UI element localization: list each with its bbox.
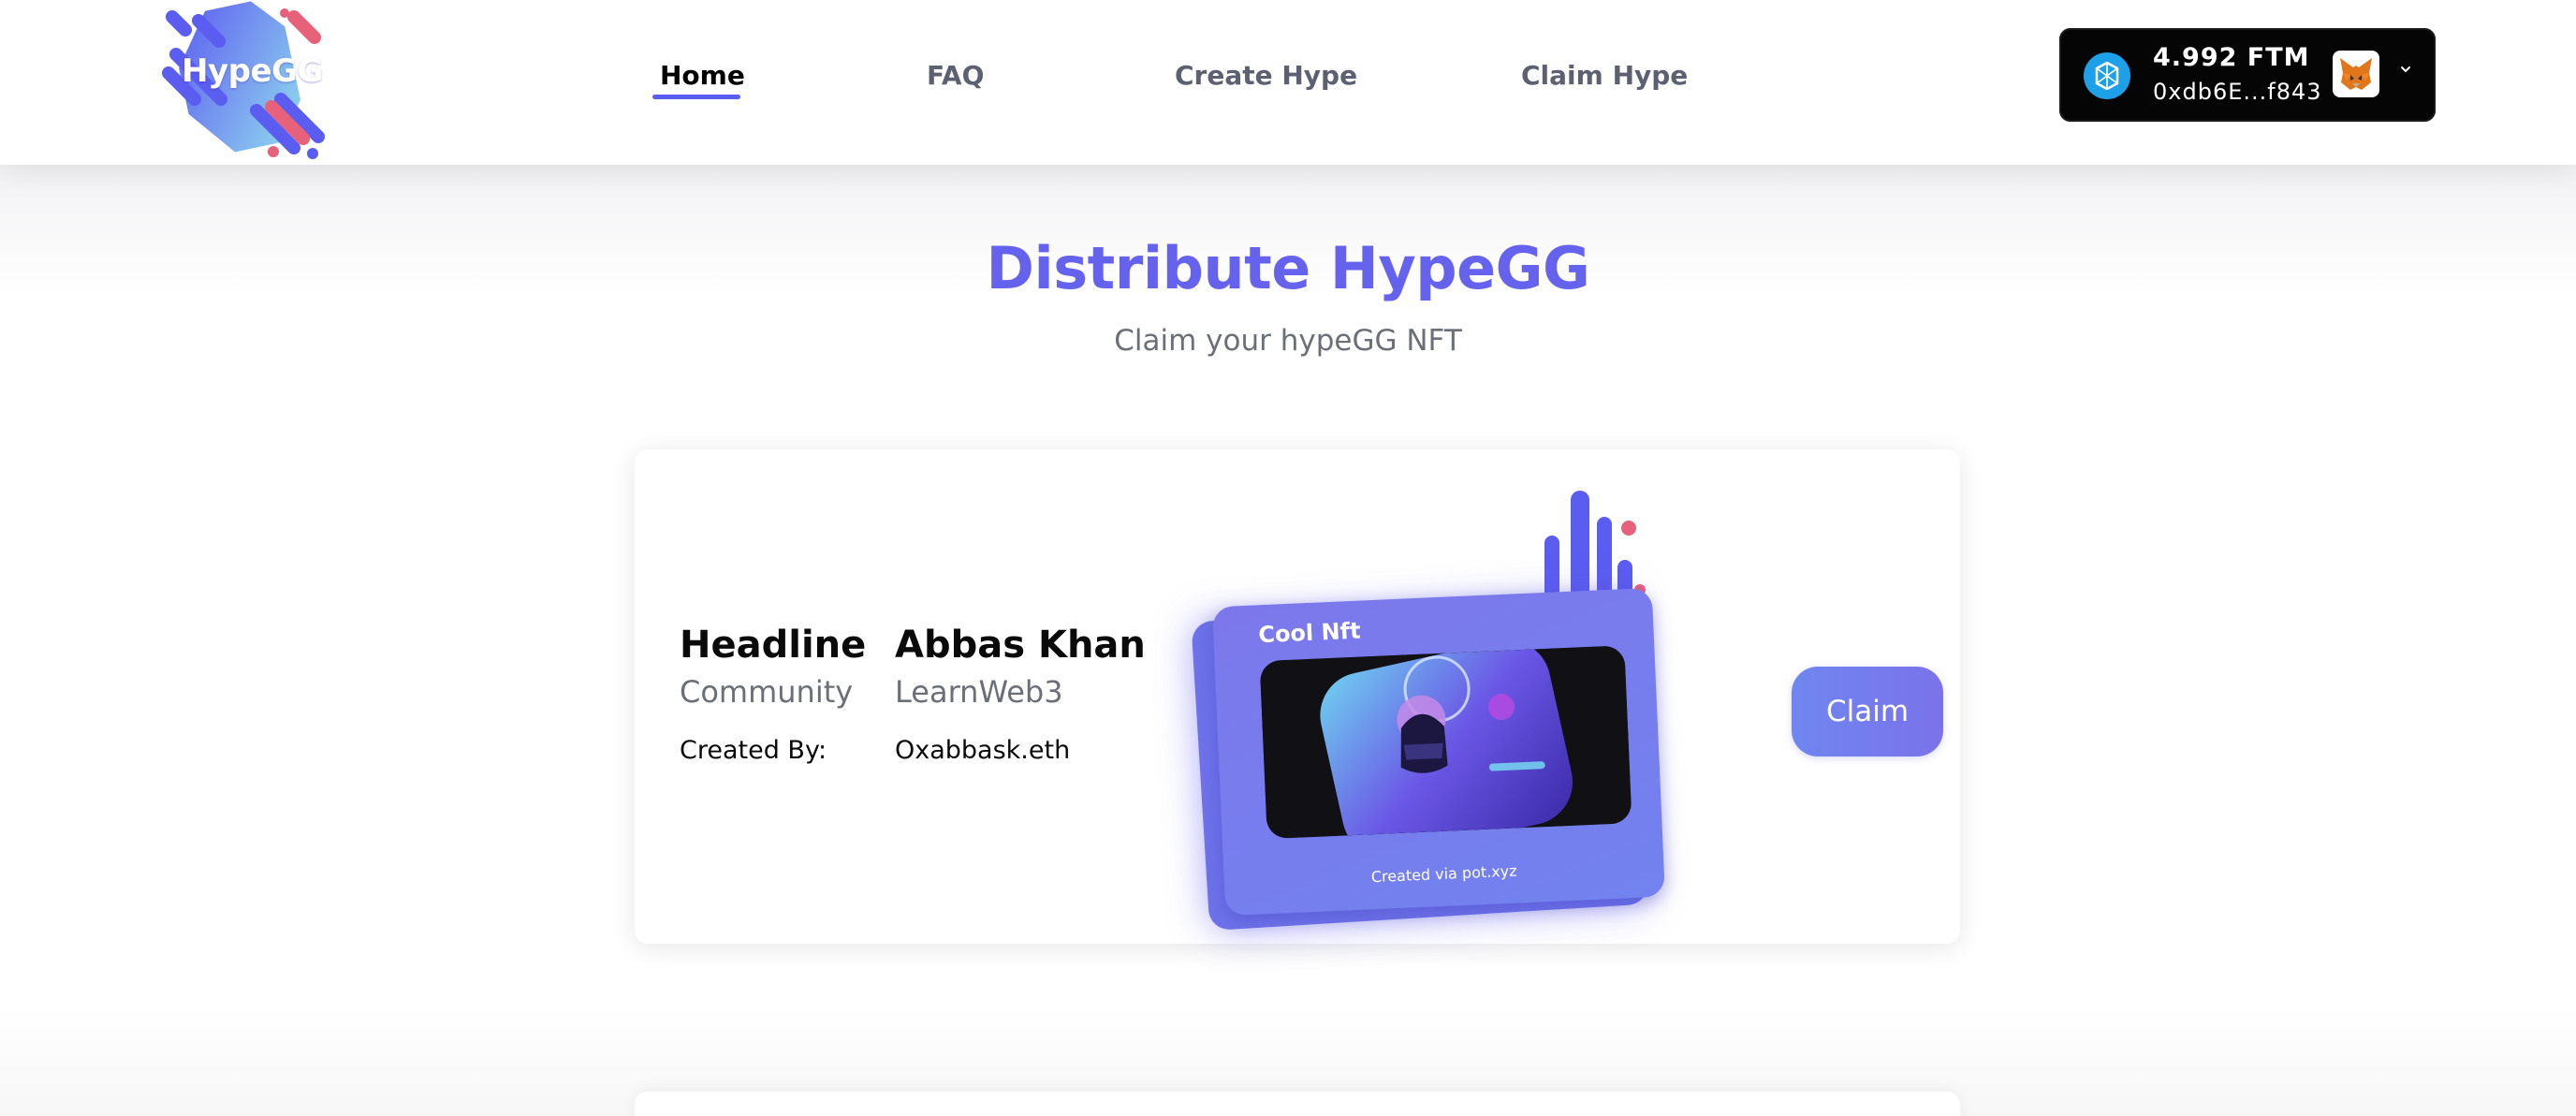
next-card	[635, 1092, 1960, 1116]
card-headline-label: Headline	[680, 624, 867, 667]
nft-artwork	[1259, 645, 1632, 840]
hypegg-logo[interactable]: HypeGG	[154, 0, 341, 165]
wallet-balance: 4.992 FTM	[2153, 43, 2310, 72]
fantom-icon	[2084, 52, 2130, 99]
nft-title: Cool Nft	[1257, 617, 1362, 649]
nav-faq[interactable]: FAQ	[927, 60, 984, 91]
nft-preview: Cool Nft Created via pot.xyz	[1159, 487, 1683, 932]
page-subtitle: Claim your hypeGG NFT	[1114, 324, 1462, 358]
logo-text: HypeGG	[182, 52, 323, 90]
nav-create-hype[interactable]: Create Hype	[1175, 60, 1357, 91]
created-by-label: Created By:	[680, 736, 827, 765]
top-header: HypeGG Home FAQ Create Hype Claim Hype 4…	[0, 0, 2576, 165]
chevron-down-icon[interactable]	[2396, 60, 2415, 79]
claim-button[interactable]: Claim	[1792, 667, 1943, 756]
hype-claim-card: Headline Community Created By: Abbas Kha…	[635, 449, 1960, 944]
wallet-account-button[interactable]: 4.992 FTM 0xdb6E...f843	[2059, 28, 2436, 122]
metamask-fox-icon	[2333, 51, 2379, 97]
nft-card: Cool Nft Created via pot.xyz	[1212, 587, 1665, 917]
nav-claim-hype[interactable]: Claim Hype	[1521, 60, 1688, 91]
nav-home[interactable]: Home	[660, 60, 745, 91]
card-community-label: Community	[680, 674, 854, 710]
active-nav-indicator	[652, 95, 740, 99]
nft-caption: Created via pot.xyz	[1370, 861, 1517, 887]
community-name: LearnWeb3	[895, 674, 1063, 710]
page-title: Distribute HypeGG	[986, 234, 1590, 302]
creator-ens: Oxabbask.eth	[895, 736, 1071, 765]
wallet-address: 0xdb6E...f843	[2153, 79, 2322, 105]
creator-name: Abbas Khan	[895, 624, 1146, 667]
